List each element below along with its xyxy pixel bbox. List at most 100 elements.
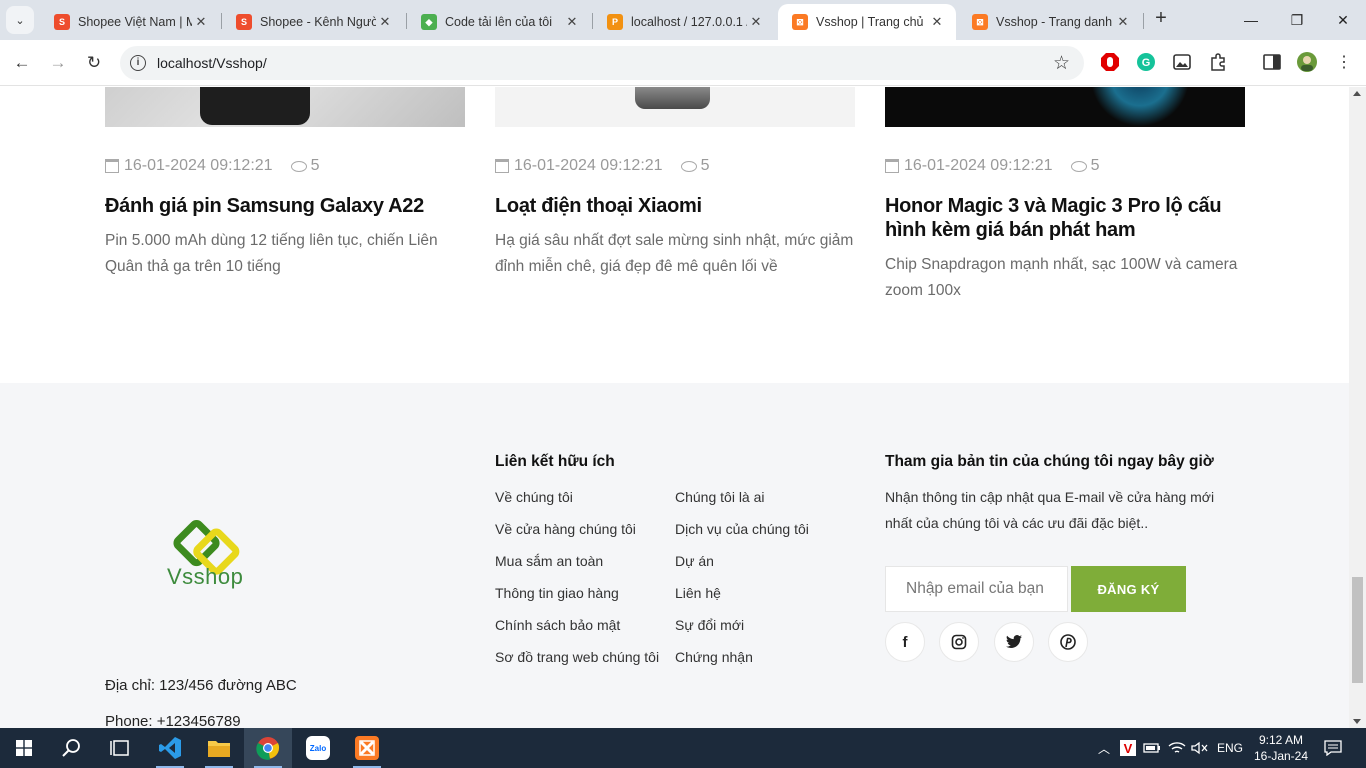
adblock-extension-icon[interactable] — [1100, 52, 1120, 72]
tab-title: Shopee Việt Nam | Mua — [78, 15, 192, 29]
footer-link[interactable]: Liên hệ — [675, 585, 721, 601]
taskbar-vscode[interactable] — [146, 728, 194, 768]
footer-link[interactable]: Về chúng tôi — [495, 489, 573, 505]
footer-link[interactable]: Chính sách bảo mật — [495, 617, 620, 633]
footer-link[interactable]: Dịch vụ của chúng tôi — [675, 521, 809, 537]
clock-date: 16-Jan-24 — [1253, 749, 1309, 763]
new-tab-button[interactable]: + — [1150, 8, 1172, 30]
taskbar-xampp[interactable] — [343, 728, 391, 768]
address-bar[interactable]: i localhost/Vsshop/ ☆ — [120, 46, 1084, 80]
clock[interactable]: 9:12 AM 16-Jan-24 — [1250, 728, 1312, 768]
newsletter-email-input[interactable]: Nhập email của bạn — [885, 566, 1068, 612]
more-vertical-icon: ⋮ — [1336, 54, 1352, 71]
url-text[interactable]: localhost/Vsshop/ — [157, 55, 267, 71]
arrow-right-icon: → — [49, 53, 67, 72]
post-thumbnail[interactable] — [495, 87, 855, 127]
blog-post-card[interactable]: 16-01-2024 09:12:21 5 Đánh giá pin Samsu… — [105, 87, 465, 280]
close-tab-icon[interactable]: ✕ — [747, 14, 765, 30]
post-title[interactable]: Honor Magic 3 và Magic 3 Pro lộ cấu hình… — [885, 194, 1245, 242]
vietkey-tray-icon[interactable]: V — [1118, 728, 1138, 768]
task-view-button[interactable] — [96, 728, 144, 768]
taskbar-file-explorer[interactable] — [195, 728, 243, 768]
close-tab-icon[interactable]: ✕ — [192, 14, 210, 30]
tab-vsshop-home[interactable]: ⊠ Vsshop | Trang chủ ✕ — [778, 4, 956, 40]
restore-button[interactable]: ❐ — [1274, 0, 1320, 40]
footer-link[interactable]: Chứng nhận — [675, 649, 753, 665]
post-thumbnail[interactable] — [885, 87, 1245, 127]
instagram-icon[interactable] — [939, 622, 979, 662]
footer-link[interactable]: Dự án — [675, 553, 714, 569]
twitter-icon[interactable] — [994, 622, 1034, 662]
search-button[interactable] — [48, 728, 96, 768]
brand-name[interactable]: Vsshop — [167, 564, 243, 590]
tab-shopee-seller[interactable]: S Shopee - Kênh Người Bán ✕ — [222, 4, 404, 40]
scrollbar-thumb[interactable] — [1352, 577, 1363, 683]
tab-vsshop-category[interactable]: ⊠ Vsshop - Trang danh mục ✕ — [958, 4, 1142, 40]
arrow-left-icon: ← — [13, 53, 31, 72]
pinterest-icon[interactable] — [1048, 622, 1088, 662]
image-extension-icon[interactable] — [1172, 52, 1192, 72]
extensions-puzzle-icon[interactable] — [1208, 52, 1228, 72]
comment-icon — [680, 160, 697, 172]
page-content: 16-01-2024 09:12:21 5 Đánh giá pin Samsu… — [0, 87, 1349, 728]
volume-muted-icon[interactable] — [1190, 728, 1210, 768]
svg-text:V: V — [1124, 741, 1133, 756]
windows-taskbar: Zalo ︿ V ENG 9:12 AM 16-Jan-24 — [0, 728, 1366, 768]
post-title[interactable]: Đánh giá pin Samsung Galaxy A22 — [105, 194, 465, 218]
back-button[interactable]: ← — [8, 49, 36, 77]
browser-toolbar: ← → ↻ i localhost/Vsshop/ ☆ G ⋮ — [0, 40, 1366, 86]
show-hidden-icons-button[interactable]: ︿ — [1094, 728, 1114, 768]
close-tab-icon[interactable]: ✕ — [376, 14, 394, 30]
tab-search-button[interactable]: ⌄ — [6, 6, 34, 34]
taskbar-chrome[interactable] — [244, 728, 292, 768]
battery-icon[interactable] — [1142, 728, 1162, 768]
grammarly-extension-icon[interactable]: G — [1136, 52, 1156, 72]
forward-button[interactable]: → — [44, 49, 72, 77]
scroll-down-icon[interactable] — [1353, 719, 1361, 724]
tab-title: Shopee - Kênh Người Bán — [260, 15, 376, 29]
minimize-button[interactable]: — — [1228, 0, 1274, 40]
signup-button[interactable]: ĐĂNG KÝ — [1071, 566, 1186, 612]
footer-link[interactable]: Sự đổi mới — [675, 617, 744, 633]
site-info-icon[interactable]: i — [130, 55, 146, 71]
taskbar-zalo[interactable]: Zalo — [294, 728, 342, 768]
useful-links-heading: Liên kết hữu ích — [495, 453, 615, 470]
close-tab-icon[interactable]: ✕ — [1114, 14, 1132, 30]
browser-menu-button[interactable]: ⋮ — [1334, 52, 1354, 72]
notification-center-button[interactable] — [1318, 728, 1348, 768]
scroll-up-icon[interactable] — [1353, 91, 1361, 96]
calendar-icon — [885, 159, 899, 173]
tab-title: Vsshop | Trang chủ — [816, 15, 924, 29]
footer-link[interactable]: Chúng tôi là ai — [675, 489, 765, 505]
windows-logo-icon — [16, 740, 32, 756]
footer-link[interactable]: Thông tin giao hàng — [495, 585, 619, 601]
tab-shopee-vn[interactable]: S Shopee Việt Nam | Mua ✕ — [40, 4, 220, 40]
page-scrollbar[interactable] — [1349, 87, 1366, 728]
footer-link[interactable]: Về cửa hàng chúng tôi — [495, 521, 636, 537]
site-footer: Vsshop Địa chỉ: 123/456 đường ABC Phone:… — [0, 383, 1349, 728]
notification-icon — [1324, 740, 1342, 756]
tab-phpmyadmin[interactable]: P localhost / 127.0.0.1 / vss ✕ — [593, 4, 775, 40]
post-title[interactable]: Loạt điện thoại Xiaomi — [495, 194, 855, 218]
wifi-icon[interactable] — [1166, 728, 1188, 768]
reload-button[interactable]: ↻ — [80, 49, 108, 77]
footer-link[interactable]: Mua sắm an toàn — [495, 553, 603, 569]
post-thumbnail[interactable] — [105, 87, 465, 127]
xampp-favicon-icon: ⊠ — [792, 14, 808, 30]
blog-post-card[interactable]: 16-01-2024 09:12:21 5 Loạt điện thoại Xi… — [495, 87, 855, 280]
close-tab-icon[interactable]: ✕ — [928, 14, 946, 30]
profile-avatar[interactable] — [1297, 52, 1317, 72]
task-view-icon — [110, 740, 129, 756]
bookmark-star-icon[interactable]: ☆ — [1053, 52, 1070, 75]
close-tab-icon[interactable]: ✕ — [563, 14, 581, 30]
side-panel-icon[interactable] — [1262, 52, 1282, 72]
facebook-icon[interactable]: f — [885, 622, 925, 662]
footer-link[interactable]: Sơ đồ trang web chúng tôi — [495, 649, 659, 665]
language-indicator[interactable]: ENG — [1212, 728, 1248, 768]
start-button[interactable] — [0, 728, 48, 768]
tab-title: localhost / 127.0.0.1 / vss — [631, 15, 747, 29]
tab-code-upload[interactable]: ◆ Code tải lên của tôi ✕ — [407, 4, 591, 40]
blog-post-card[interactable]: 16-01-2024 09:12:21 5 Honor Magic 3 và M… — [885, 87, 1245, 304]
chevron-down-icon: ⌄ — [15, 14, 25, 27]
close-window-button[interactable]: ✕ — [1320, 0, 1366, 40]
